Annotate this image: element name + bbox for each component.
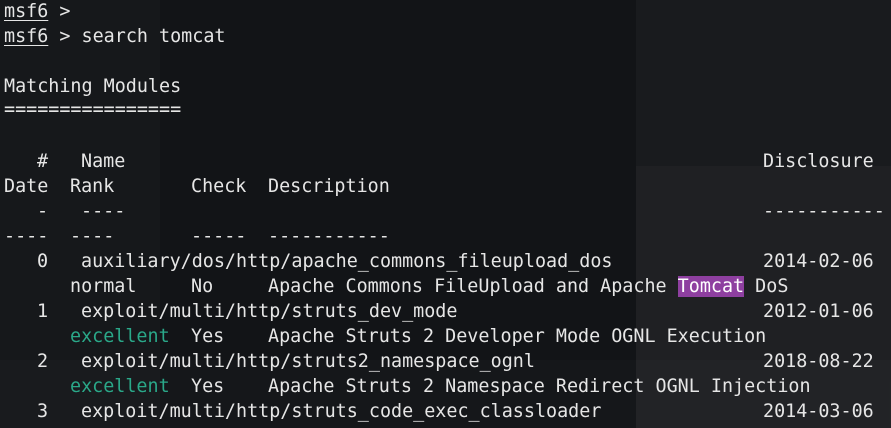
heading-rule: ================ [4,99,182,120]
header-date: Date [4,176,49,197]
module-rank: excellent [70,326,170,347]
header-check: Check [191,176,247,197]
module-num: 0 [37,251,49,272]
module-description: Apache Commons FileUpload and Apache Tom… [268,274,788,299]
module-rank: excellent [70,376,170,397]
module-date: 2018-08-22 [763,351,874,372]
results-heading: Matching Modules [4,76,182,97]
header-num: # [37,151,49,172]
command-text: search tomcat [81,26,226,47]
rule-description: ----------- [268,226,390,247]
module-description: Apache Struts 2 Namespace Redirect OGNL … [268,376,811,397]
description-text: Apache Commons FileUpload and Apache [268,276,678,297]
module-date: 2012-01-06 [763,301,874,322]
module-date: 2014-02-06 [763,251,874,272]
prompt-symbol: > [59,1,71,22]
background-panel [636,0,891,166]
module-num: 2 [37,351,49,372]
prompt-name: msf6 [4,1,49,22]
prompt-symbol: > [59,26,71,47]
rule-name: ---- [81,201,126,222]
rule-rank: ---- [70,226,115,247]
rule-num: - [37,201,49,222]
module-name: exploit/multi/http/struts2_namespace_ogn… [81,351,535,372]
module-num: 1 [37,301,49,322]
command-line: msf6 > search tomcat [4,24,225,49]
module-date: 2014-03-06 [763,401,874,422]
header-description: Description [268,176,390,197]
module-check: Yes [191,376,225,397]
module-name: exploit/multi/http/struts_dev_mode [81,301,458,322]
module-rank: normal [70,276,137,297]
prompt-line: msf6 > [4,0,70,24]
terminal-window[interactable]: msf6 > msf6 > search tomcat Matching Mod… [0,0,891,428]
description-text: DoS [744,276,789,297]
rule-date: ---- [4,226,49,247]
prompt-name: msf6 [4,26,49,47]
module-description: Apache Struts 2 Developer Mode OGNL Exec… [268,326,767,347]
module-name: exploit/multi/http/struts_code_exec_clas… [81,401,602,422]
module-check: No [191,276,214,297]
header-name: Name [81,151,126,172]
rule-check: ----- [191,226,247,247]
module-check: Yes [191,326,225,347]
search-match-highlight: Tomcat [677,276,745,297]
header-disclosure: Disclosure [763,151,874,172]
module-num: 3 [37,401,49,422]
module-name: auxiliary/dos/http/apache_commons_fileup… [81,251,613,272]
header-rank: Rank [70,176,115,197]
rule-disclosure: ----------- [763,201,885,222]
